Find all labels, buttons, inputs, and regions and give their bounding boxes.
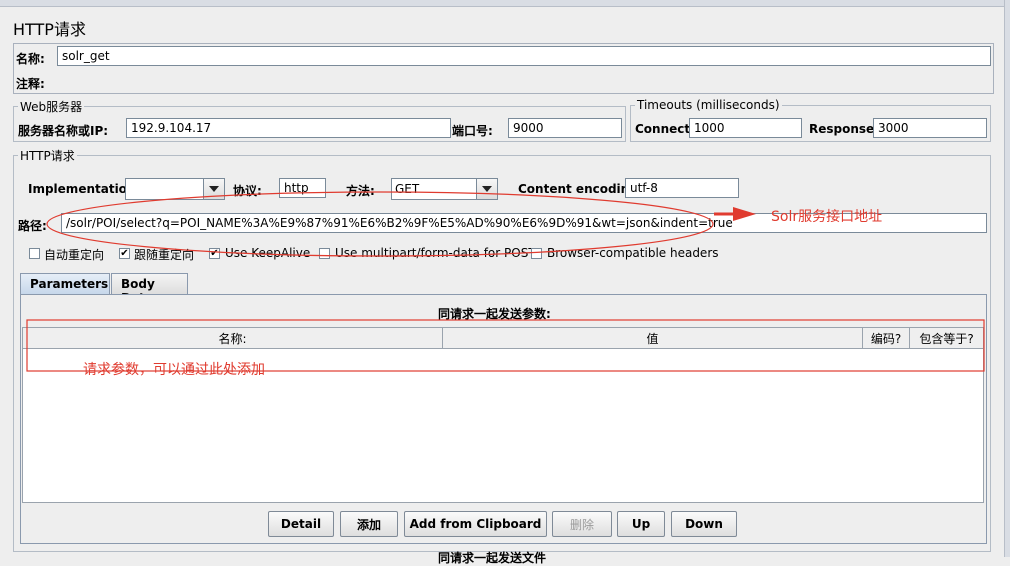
path-highlight-ellipse — [46, 191, 714, 257]
arrow-head — [733, 207, 756, 221]
param-note: 请求参数，可以通过此处添加 — [83, 362, 265, 378]
solr-note: Solr服务接口地址 — [771, 209, 883, 225]
annotation-overlay — [26, 191, 985, 372]
